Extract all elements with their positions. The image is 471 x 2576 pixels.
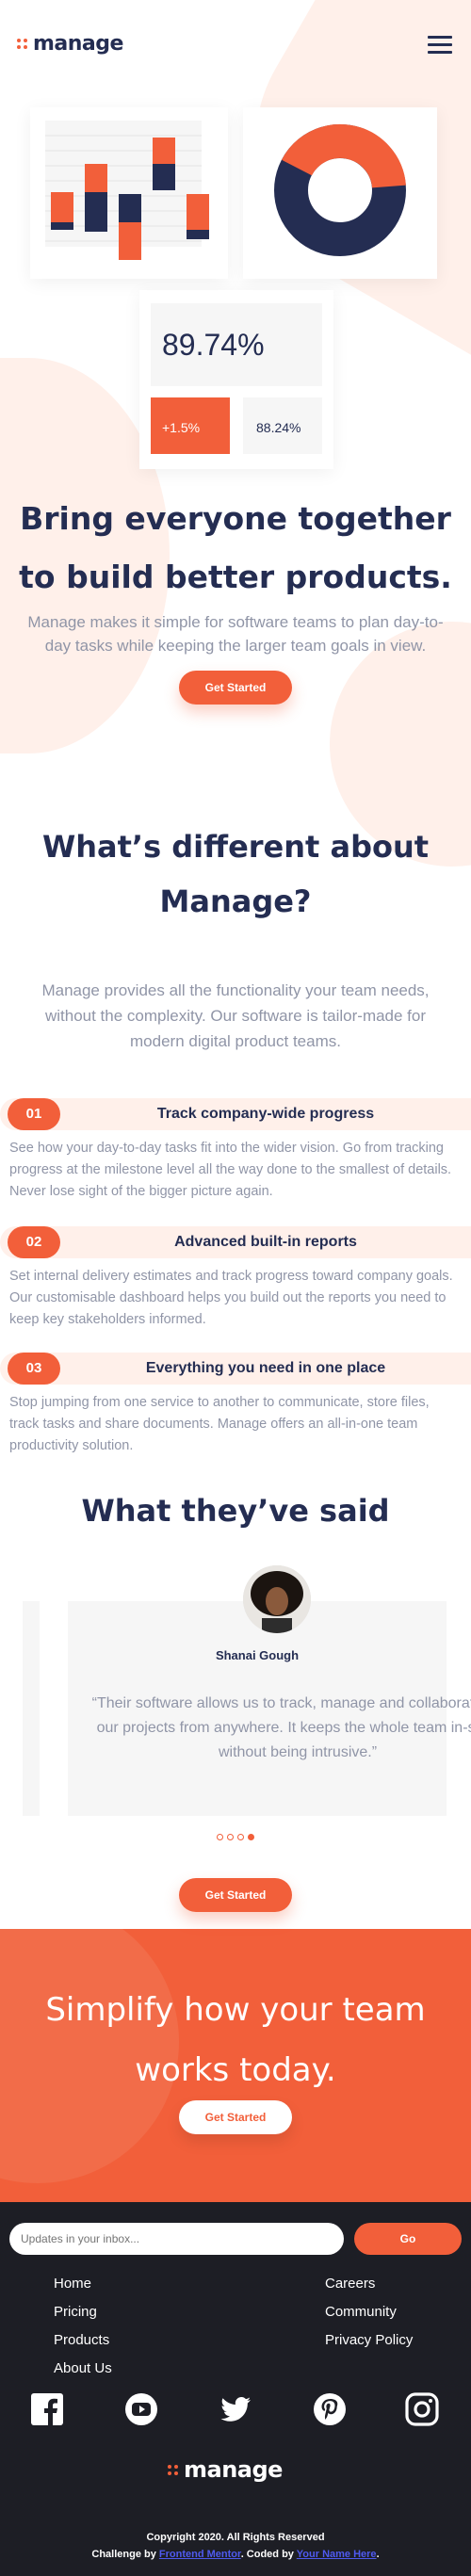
logo-mark-icon	[168, 2464, 178, 2475]
donut-chart-card	[243, 107, 437, 279]
feature-text: Stop jumping from one service to another…	[9, 1395, 430, 1453]
cta-get-started-button[interactable]: Get Started	[179, 2100, 292, 2134]
carousel-dot[interactable]	[237, 1834, 244, 1840]
feature-item: 01 Track company-wide progress See how y…	[0, 1098, 471, 1203]
attribution: Challenge by Frontend Mentor. Coded by Y…	[0, 2549, 471, 2560]
footer-link-privacy-policy[interactable]: Privacy Policy	[325, 2326, 413, 2355]
hamburger-menu-icon[interactable]	[428, 36, 452, 55]
carousel-dot-active[interactable]	[248, 1834, 254, 1840]
footer-link-about-us[interactable]: About Us	[54, 2355, 112, 2383]
newsletter-input[interactable]	[9, 2223, 344, 2255]
hero-section: Bring everyone together to build better …	[0, 490, 471, 657]
site-footer: Go Home Pricing Products About Us Career…	[0, 2202, 471, 2576]
attribution-middle: . Coded by	[240, 2549, 297, 2560]
previous-testimonial-card[interactable]	[23, 1601, 40, 1816]
testimonials-get-started-button[interactable]: Get Started	[179, 1878, 292, 1912]
avatar	[243, 1565, 311, 1633]
bar-chart-illustration	[45, 121, 209, 260]
stat-secondary-value: 88.24%	[256, 420, 301, 435]
page: manage 89.74% +1.5% 88.24% Bring everyon…	[0, 0, 471, 2576]
hero-get-started-button[interactable]: Get Started	[179, 671, 292, 705]
feature-title: Everything you need in one place	[145, 1360, 386, 1376]
attribution-prefix: Challenge by	[91, 2549, 159, 2560]
carousel-dot[interactable]	[227, 1834, 234, 1840]
footer-logo-text: manage	[184, 2456, 283, 2483]
footer-link-products[interactable]: Products	[54, 2326, 109, 2355]
feature-title: Advanced built-in reports	[174, 1234, 357, 1250]
instagram-icon[interactable]	[405, 2392, 439, 2426]
feature-number: 02	[8, 1226, 60, 1258]
cta-title: Simplify how your team works today.	[45, 1991, 426, 2089]
site-header: manage	[0, 0, 471, 85]
frontend-mentor-link[interactable]: Frontend Mentor	[159, 2549, 241, 2560]
hero-title-line1: Bring everyone together	[20, 500, 451, 537]
carousel-dots	[217, 1834, 254, 1840]
testimonials-title: What they’ve said	[81, 1493, 390, 1529]
copyright: Copyright 2020. All Rights Reserved	[146, 2532, 325, 2543]
logo[interactable]: manage	[17, 32, 123, 56]
feature-text: See how your day-to-day tasks fit into t…	[9, 1141, 452, 1199]
youtube-icon[interactable]	[124, 2392, 158, 2426]
stat-up-value: +1.5%	[162, 420, 201, 435]
stat-main-value: 89.74%	[162, 328, 265, 362]
avatar-image	[243, 1565, 311, 1633]
hero-description: Manage makes it simple for software team…	[27, 613, 444, 655]
stat-card: 89.74% +1.5% 88.24%	[139, 290, 333, 469]
feature-number: 01	[8, 1098, 60, 1130]
hero-title: Bring everyone together to build better …	[0, 490, 471, 607]
different-description: Manage provides all the functionality yo…	[41, 981, 430, 1050]
different-title: What’s different about Manage?	[41, 829, 430, 919]
twitter-icon[interactable]	[219, 2392, 252, 2426]
carousel-dot[interactable]	[217, 1834, 223, 1840]
testimonial-quote: “Their software allows us to track, mana…	[91, 1695, 471, 1760]
footer-logo[interactable]: manage	[168, 2456, 283, 2483]
feature-item: 03 Everything you need in one place Stop…	[0, 1353, 471, 1457]
cta-section: Simplify how your team works today. Get …	[0, 1929, 471, 2202]
footer-link-home[interactable]: Home	[54, 2270, 91, 2298]
feature-number: 03	[8, 1353, 60, 1385]
attribution-suffix: .	[376, 2549, 380, 2560]
donut-chart-illustration	[274, 123, 406, 256]
different-section: What’s different about Manage? Manage pr…	[0, 819, 471, 1054]
footer-link-pricing[interactable]: Pricing	[54, 2298, 97, 2326]
author-link[interactable]: Your Name Here	[297, 2549, 377, 2560]
bar-chart-card	[30, 107, 228, 279]
logo-text: manage	[33, 32, 123, 56]
logo-mark-icon	[17, 39, 27, 49]
feature-text: Set internal delivery estimates and trac…	[9, 1269, 453, 1327]
testimonial-author: Shanai Gough	[215, 1648, 300, 1662]
feature-item: 02 Advanced built-in reports Set interna…	[0, 1226, 471, 1331]
hero-title-line2: to build better products.	[19, 559, 452, 595]
newsletter-go-button[interactable]: Go	[354, 2223, 462, 2255]
footer-link-careers[interactable]: Careers	[325, 2270, 375, 2298]
facebook-icon[interactable]	[30, 2392, 64, 2426]
pinterest-icon[interactable]	[313, 2392, 347, 2426]
footer-link-community[interactable]: Community	[325, 2298, 397, 2326]
feature-title: Track company-wide progress	[156, 1106, 375, 1122]
